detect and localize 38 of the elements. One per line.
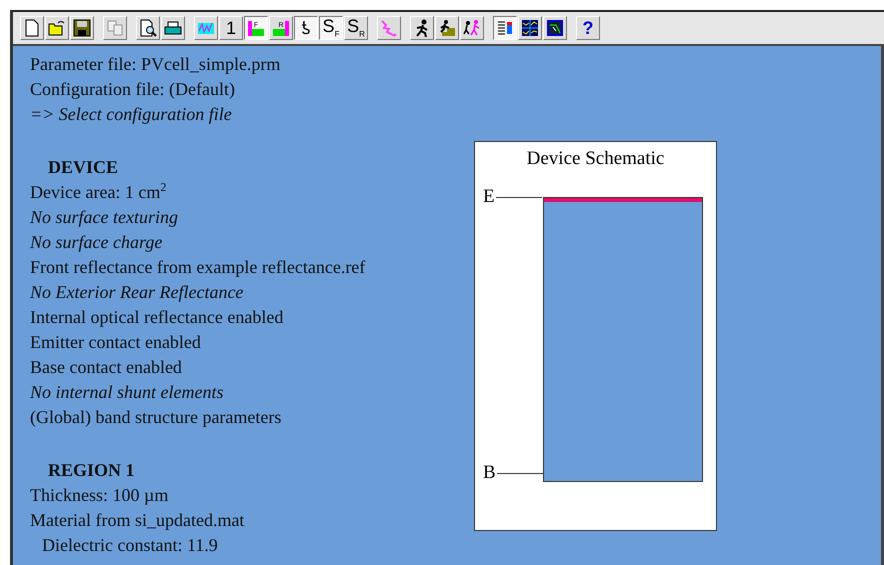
device-icon — [546, 19, 564, 37]
toolbar-button[interactable]: S$_{R}$ — [344, 16, 368, 40]
contact-label: E — [483, 186, 495, 208]
info-line: Front reflectance from example reflectance.ref — [30, 256, 366, 279]
info-line: (Global) band structure parameters — [30, 406, 282, 429]
toolbar-button[interactable]: 1 — [219, 16, 243, 40]
toolbar-button[interactable] — [493, 16, 517, 40]
toolbar-button[interactable]: ƾ — [294, 16, 318, 40]
info-line: Internal optical reflectance enabled — [30, 306, 284, 329]
schematic-title: Device Schematic — [526, 148, 666, 170]
info-line: No surface texturing — [30, 206, 179, 229]
section-heading: REGION 1 — [47, 459, 136, 482]
toolbar-button[interactable]: S$_{F}$ — [319, 16, 343, 40]
info-line: Thickness: 100 µm — [30, 484, 170, 507]
info-line: No surface charge — [30, 231, 164, 254]
section-heading: DEVICE — [47, 156, 120, 179]
toolbar-button[interactable]: ? — [576, 16, 600, 40]
graphs-icon — [521, 19, 539, 37]
new-file-icon — [23, 19, 41, 37]
running-stairs-icon — [438, 19, 456, 37]
info-line: Emitter contact enabled — [30, 331, 202, 354]
report-icon — [496, 19, 514, 37]
info-line: Parameter file: PVcell_simple.prm — [30, 53, 282, 76]
running-figures-icon — [463, 19, 481, 37]
copy-icon — [106, 19, 124, 37]
info-line: Device area: 1 cm$^{2}$ — [30, 180, 168, 204]
info-line: No Exterior Rear Reflectance — [30, 281, 244, 304]
light-ray-icon — [380, 19, 398, 37]
info-line: Dielectric constant: 11.9 — [41, 534, 219, 557]
folder-icon — [48, 19, 66, 37]
info-line: No internal shunt elements — [30, 381, 224, 404]
print-preview-icon — [139, 19, 157, 37]
info-line: => Select configuration file — [30, 103, 233, 126]
printer-icon — [164, 19, 182, 37]
info-line: Configuration file: (Default) — [30, 78, 236, 101]
info-line: Base contact enabled — [30, 356, 183, 379]
contact-label: B — [483, 462, 496, 484]
info-line: Material from si_updated.mat — [30, 509, 246, 532]
